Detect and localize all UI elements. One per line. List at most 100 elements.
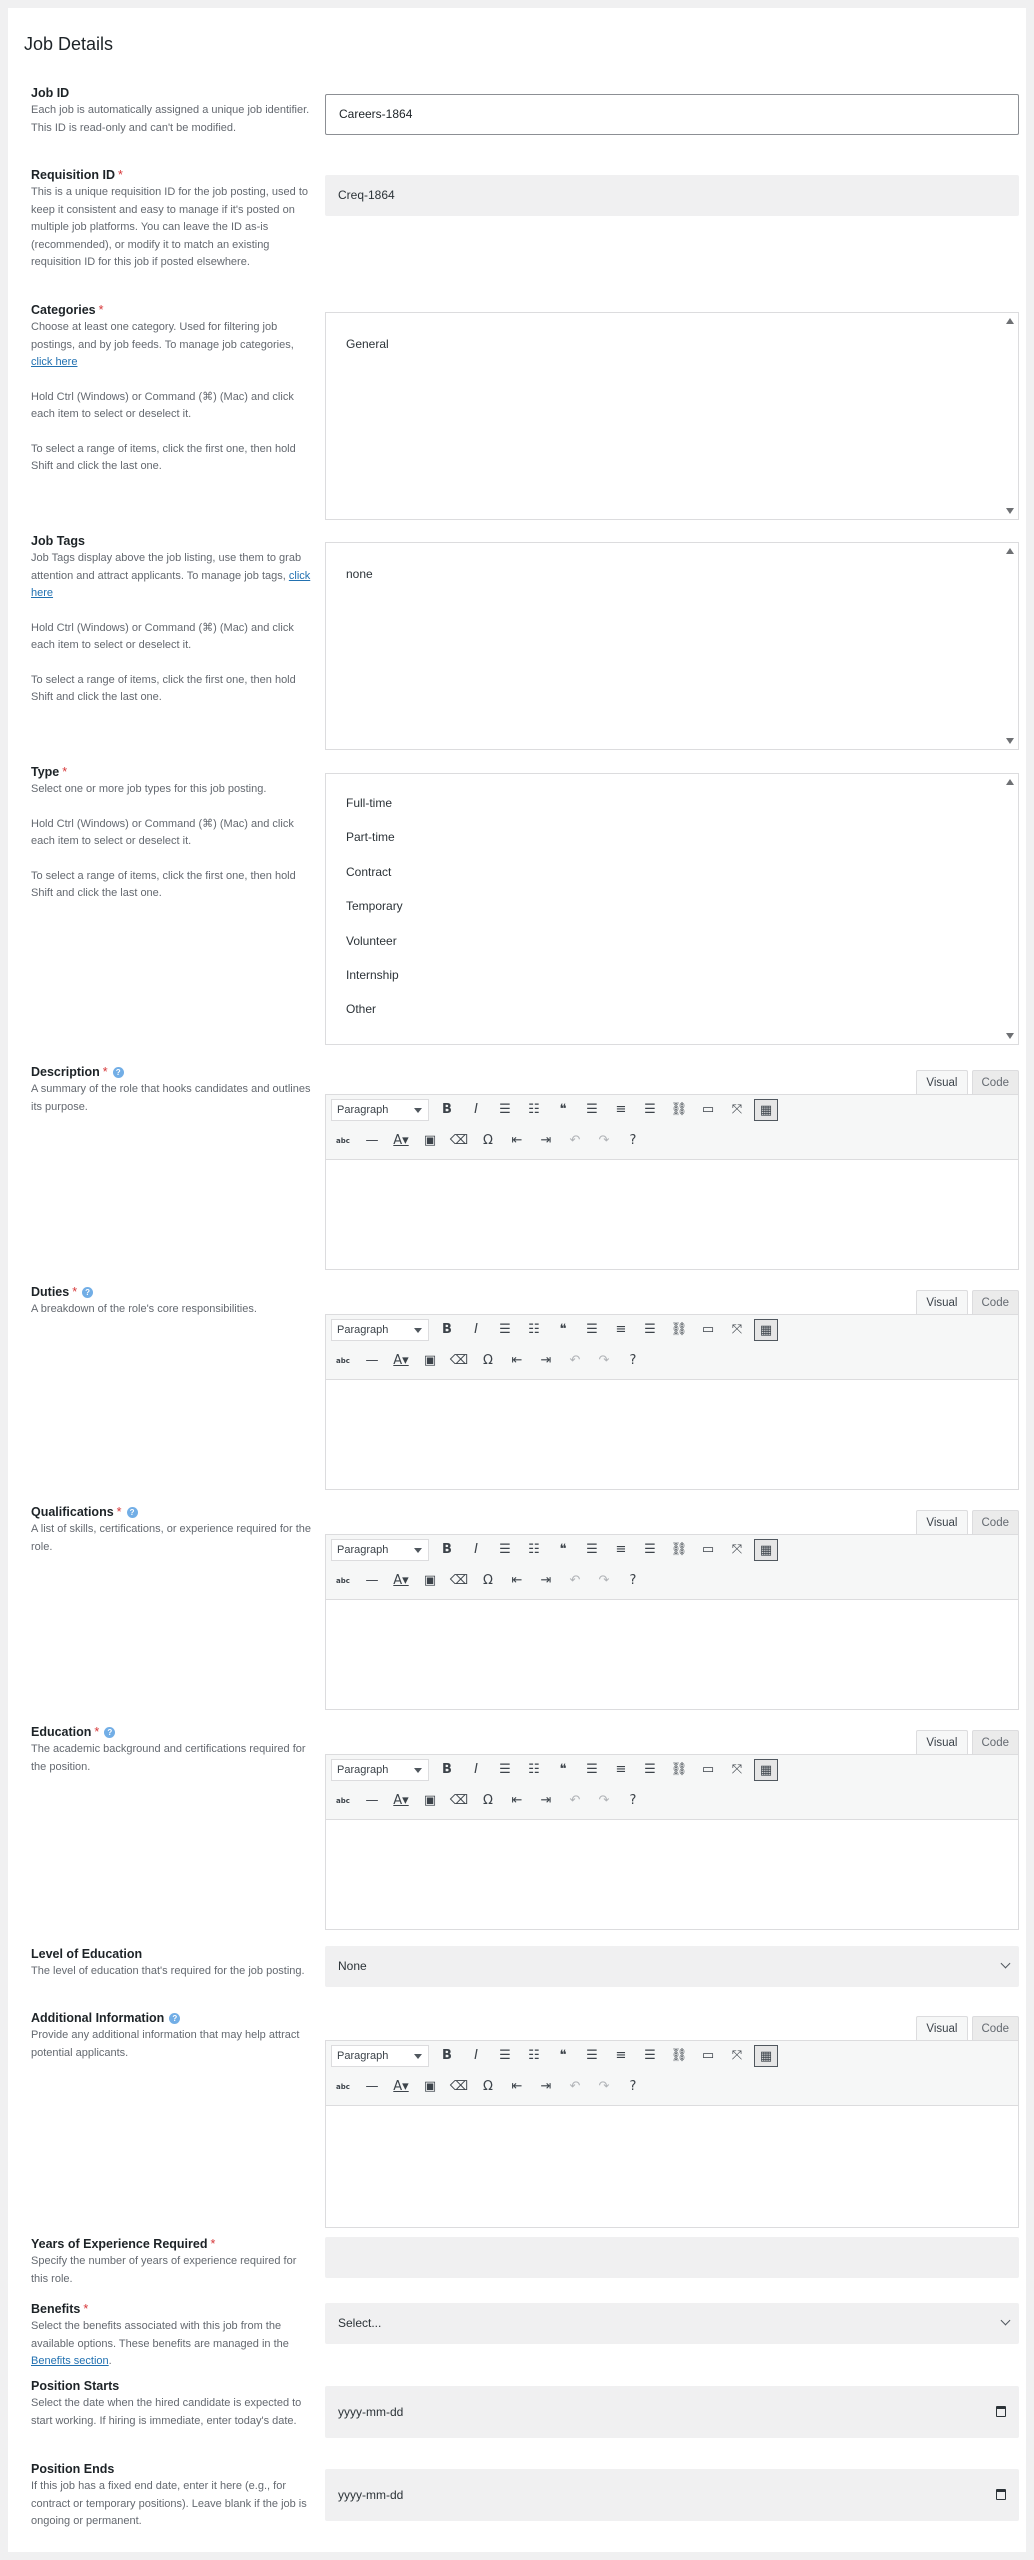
type-option[interactable]: Volunteer xyxy=(326,924,1018,958)
scroll-down-arrow-icon[interactable] xyxy=(1006,738,1014,744)
align-right-icon[interactable]: ☰ xyxy=(638,1319,662,1341)
strikethrough-icon[interactable]: abc xyxy=(331,1350,355,1372)
indent-icon[interactable]: ⇥ xyxy=(534,1790,558,1812)
align-center-icon[interactable]: ≡ xyxy=(609,1539,633,1561)
editor-content-area[interactable] xyxy=(326,1600,1018,1709)
bold-icon[interactable]: B xyxy=(435,1319,459,1341)
indent-icon[interactable]: ⇥ xyxy=(534,1350,558,1372)
italic-icon[interactable]: I xyxy=(464,1319,488,1341)
keyboard-shortcuts-icon[interactable]: ? xyxy=(621,1570,645,1592)
numbered-list-icon[interactable]: ☷ xyxy=(522,1319,546,1341)
horizontal-line-icon[interactable]: — xyxy=(360,2076,384,2098)
link-icon[interactable]: ⛓ xyxy=(667,1759,691,1781)
align-right-icon[interactable]: ☰ xyxy=(638,2045,662,2067)
bullet-list-icon[interactable]: ☰ xyxy=(493,1759,517,1781)
job-tags-option[interactable]: none xyxy=(326,557,1018,591)
redo-icon[interactable]: ↷ xyxy=(592,1790,616,1812)
align-left-icon[interactable]: ☰ xyxy=(580,1539,604,1561)
clear-formatting-icon[interactable]: ⌫ xyxy=(447,1570,471,1592)
link-icon[interactable]: ⛓ xyxy=(667,1539,691,1561)
read-more-icon[interactable]: ▭ xyxy=(696,1099,720,1121)
read-more-icon[interactable]: ▭ xyxy=(696,1759,720,1781)
read-more-icon[interactable]: ▭ xyxy=(696,1539,720,1561)
editor-content-area[interactable] xyxy=(326,1820,1018,1929)
categories-manage-link[interactable]: click here xyxy=(31,356,77,368)
tab-visual[interactable]: Visual xyxy=(916,1510,968,1534)
type-option[interactable]: Internship xyxy=(326,958,1018,992)
paste-text-icon[interactable]: ▣ xyxy=(418,1350,442,1372)
editor-content-area[interactable] xyxy=(326,1380,1018,1489)
align-right-icon[interactable]: ☰ xyxy=(638,1099,662,1121)
help-icon[interactable]: ? xyxy=(126,1507,138,1518)
toolbar-toggle-icon[interactable]: ▦ xyxy=(754,1099,778,1121)
tab-code[interactable]: Code xyxy=(971,1730,1019,1754)
bold-icon[interactable]: B xyxy=(435,1759,459,1781)
blockquote-icon[interactable]: ❝ xyxy=(551,1099,575,1121)
fullscreen-icon[interactable]: ⤧ xyxy=(725,1759,749,1781)
toolbar-toggle-icon[interactable]: ▦ xyxy=(754,1319,778,1341)
horizontal-line-icon[interactable]: — xyxy=(360,1350,384,1372)
bullet-list-icon[interactable]: ☰ xyxy=(493,1539,517,1561)
position-ends-date-input[interactable]: yyyy-mm-dd xyxy=(325,2469,1019,2521)
blockquote-icon[interactable]: ❝ xyxy=(551,1319,575,1341)
scroll-down-arrow-icon[interactable] xyxy=(1006,1033,1014,1039)
keyboard-shortcuts-icon[interactable]: ? xyxy=(621,1350,645,1372)
undo-icon[interactable]: ↶ xyxy=(563,1790,587,1812)
scroll-up-arrow-icon[interactable] xyxy=(1006,779,1014,785)
undo-icon[interactable]: ↶ xyxy=(563,1570,587,1592)
undo-icon[interactable]: ↶ xyxy=(563,1130,587,1152)
tab-code[interactable]: Code xyxy=(971,2016,1019,2040)
align-center-icon[interactable]: ≡ xyxy=(609,1759,633,1781)
redo-icon[interactable]: ↷ xyxy=(592,1570,616,1592)
paste-text-icon[interactable]: ▣ xyxy=(418,2076,442,2098)
job-tags-select[interactable]: none xyxy=(325,542,1019,750)
position-starts-date-input[interactable]: yyyy-mm-dd xyxy=(325,2386,1019,2438)
level-education-select[interactable]: None xyxy=(325,1946,1019,1987)
fullscreen-icon[interactable]: ⤧ xyxy=(725,2045,749,2067)
align-right-icon[interactable]: ☰ xyxy=(638,1539,662,1561)
link-icon[interactable]: ⛓ xyxy=(667,1319,691,1341)
horizontal-line-icon[interactable]: — xyxy=(360,1790,384,1812)
format-select[interactable]: Paragraph xyxy=(331,1759,429,1781)
align-center-icon[interactable]: ≡ xyxy=(609,1099,633,1121)
text-color-icon[interactable]: A▾ xyxy=(389,1350,413,1372)
type-option[interactable]: Part-time xyxy=(326,820,1018,854)
type-option[interactable]: Full-time xyxy=(326,786,1018,820)
help-icon[interactable]: ? xyxy=(112,1067,124,1078)
special-character-icon[interactable]: Ω xyxy=(476,1790,500,1812)
outdent-icon[interactable]: ⇤ xyxy=(505,1350,529,1372)
clear-formatting-icon[interactable]: ⌫ xyxy=(447,1130,471,1152)
strikethrough-icon[interactable]: abc xyxy=(331,1130,355,1152)
blockquote-icon[interactable]: ❝ xyxy=(551,1539,575,1561)
clear-formatting-icon[interactable]: ⌫ xyxy=(447,2076,471,2098)
strikethrough-icon[interactable]: abc xyxy=(331,1790,355,1812)
indent-icon[interactable]: ⇥ xyxy=(534,1570,558,1592)
horizontal-line-icon[interactable]: — xyxy=(360,1570,384,1592)
categories-select[interactable]: General xyxy=(325,312,1019,520)
blockquote-icon[interactable]: ❝ xyxy=(551,2045,575,2067)
undo-icon[interactable]: ↶ xyxy=(563,1350,587,1372)
paste-text-icon[interactable]: ▣ xyxy=(418,1130,442,1152)
tab-visual[interactable]: Visual xyxy=(916,1290,968,1314)
toolbar-toggle-icon[interactable]: ▦ xyxy=(754,1759,778,1781)
align-right-icon[interactable]: ☰ xyxy=(638,1759,662,1781)
redo-icon[interactable]: ↷ xyxy=(592,2076,616,2098)
text-color-icon[interactable]: A▾ xyxy=(389,1570,413,1592)
align-left-icon[interactable]: ☰ xyxy=(580,2045,604,2067)
help-icon[interactable]: ? xyxy=(169,2013,181,2024)
link-icon[interactable]: ⛓ xyxy=(667,1099,691,1121)
strikethrough-icon[interactable]: abc xyxy=(331,1570,355,1592)
text-color-icon[interactable]: A▾ xyxy=(389,1130,413,1152)
toolbar-toggle-icon[interactable]: ▦ xyxy=(754,1539,778,1561)
blockquote-icon[interactable]: ❝ xyxy=(551,1759,575,1781)
editor-content-area[interactable] xyxy=(326,1160,1018,1269)
format-select[interactable]: Paragraph xyxy=(331,1319,429,1341)
text-color-icon[interactable]: A▾ xyxy=(389,1790,413,1812)
indent-icon[interactable]: ⇥ xyxy=(534,2076,558,2098)
scroll-down-arrow-icon[interactable] xyxy=(1006,508,1014,514)
fullscreen-icon[interactable]: ⤧ xyxy=(725,1539,749,1561)
bullet-list-icon[interactable]: ☰ xyxy=(493,1099,517,1121)
scroll-up-arrow-icon[interactable] xyxy=(1006,318,1014,324)
years-exp-input[interactable] xyxy=(325,2237,1019,2278)
type-option[interactable]: Contract xyxy=(326,855,1018,889)
